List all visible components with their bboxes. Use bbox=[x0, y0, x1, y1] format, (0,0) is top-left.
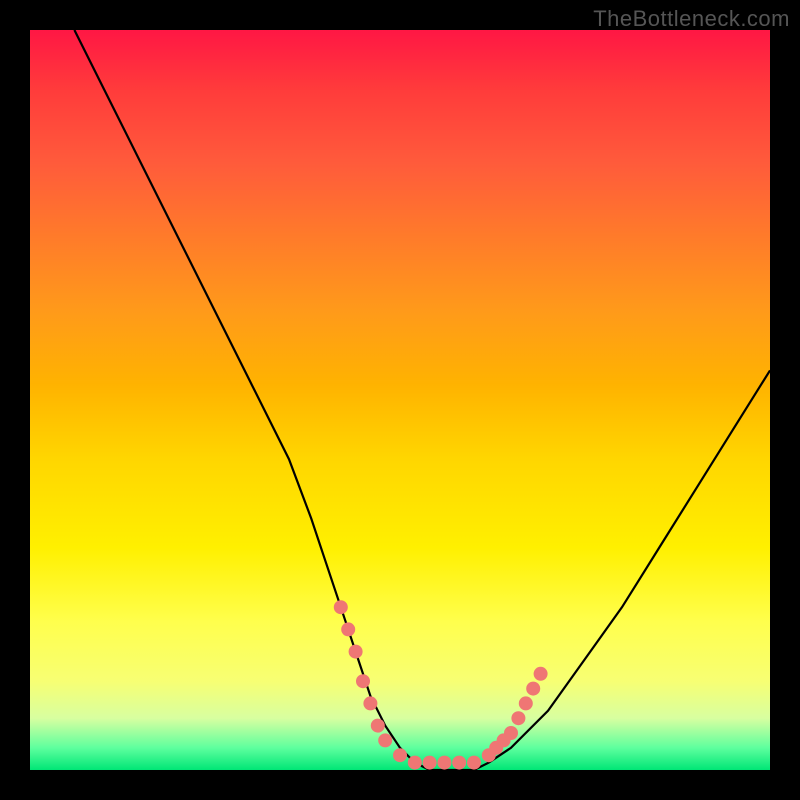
highlight-dot bbox=[334, 600, 348, 614]
highlight-dot bbox=[393, 748, 407, 762]
highlight-dot bbox=[452, 756, 466, 770]
highlight-dot bbox=[408, 756, 422, 770]
highlight-dot bbox=[371, 719, 385, 733]
plot-area bbox=[30, 30, 770, 770]
highlight-dot bbox=[526, 682, 540, 696]
highlight-dot bbox=[341, 622, 355, 636]
highlight-dot bbox=[519, 696, 533, 710]
highlight-dot bbox=[511, 711, 525, 725]
bottleneck-curve bbox=[74, 30, 770, 770]
highlight-dot bbox=[378, 733, 392, 747]
highlight-dot bbox=[356, 674, 370, 688]
highlight-dot bbox=[363, 696, 377, 710]
chart-svg bbox=[30, 30, 770, 770]
watermark-text: TheBottleneck.com bbox=[593, 6, 790, 32]
highlight-dot bbox=[349, 645, 363, 659]
highlight-dot bbox=[423, 756, 437, 770]
highlight-dot bbox=[534, 667, 548, 681]
chart-frame: TheBottleneck.com bbox=[0, 0, 800, 800]
highlight-dot bbox=[467, 756, 481, 770]
highlight-dot bbox=[504, 726, 518, 740]
highlight-dot bbox=[437, 756, 451, 770]
